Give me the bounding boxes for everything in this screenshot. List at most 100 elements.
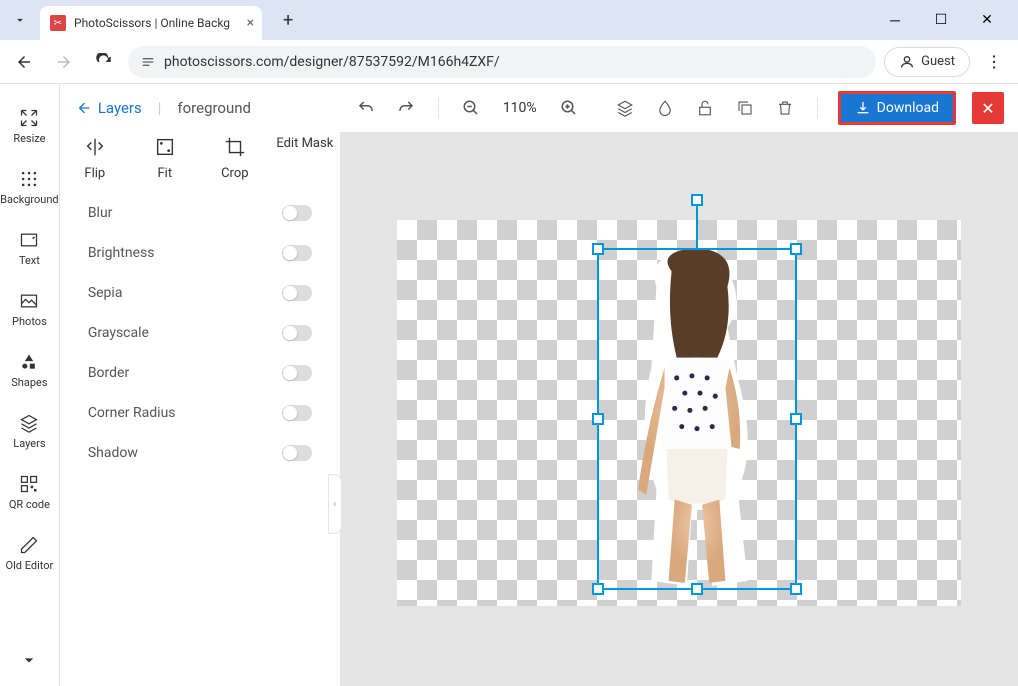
handle-sw[interactable] — [592, 583, 604, 595]
toggle-grayscale[interactable] — [282, 325, 312, 341]
rail-item-label: Photos — [12, 315, 47, 328]
rail-item-label: Text — [19, 254, 40, 267]
canvas-stage[interactable] — [340, 132, 1018, 686]
option-brightness: Brightness — [88, 233, 312, 273]
tool-label: Edit Mask — [276, 136, 333, 153]
crop-icon — [224, 136, 246, 158]
zoom-in-icon[interactable] — [557, 96, 581, 120]
browser-address-bar: photoscissors.com/designer/87537592/M166… — [0, 40, 1018, 84]
reload-icon[interactable] — [88, 46, 120, 78]
option-sepia: Sepia — [88, 273, 312, 313]
toggle-blur[interactable] — [282, 205, 312, 221]
tool-fit[interactable]: Fit — [130, 136, 200, 181]
rail-item-text[interactable]: Text — [0, 218, 59, 279]
background-icon — [19, 169, 39, 189]
duplicate-icon[interactable] — [733, 96, 757, 120]
rail-item-qrcode[interactable]: QR code — [0, 462, 59, 523]
site-settings-icon[interactable] — [140, 54, 156, 70]
handle-e[interactable] — [790, 413, 802, 425]
rail-item-resize[interactable]: Resize — [0, 96, 59, 157]
tab-dropdown-icon[interactable] — [8, 8, 32, 32]
browser-tab[interactable]: ✂ PhotoScissors | Online Backg × — [40, 6, 262, 40]
app-main: Resize Background Text Photos Shapes Lay… — [0, 84, 1018, 686]
rail-item-label: Layers — [13, 437, 45, 450]
undo-icon[interactable] — [354, 96, 378, 120]
rail-item-photos[interactable]: Photos — [0, 279, 59, 340]
tool-label: Crop — [221, 166, 248, 181]
tool-crop[interactable]: Crop — [200, 136, 270, 181]
url-input[interactable]: photoscissors.com/designer/87537592/M166… — [128, 46, 876, 78]
tool-row: Flip Fit Crop Edit Mask — [60, 132, 340, 193]
download-icon — [855, 100, 871, 116]
rail-item-old-editor[interactable]: Old Editor — [0, 523, 59, 584]
tool-label: Fit — [158, 166, 173, 181]
back-to-layers-link[interactable]: Layers — [76, 99, 142, 117]
rail-item-shapes[interactable]: Shapes — [0, 340, 59, 401]
toggle-brightness[interactable] — [282, 245, 312, 261]
canvas-toolbar: 110% Download ✕ — [340, 84, 1018, 132]
sidebar-panel: Layers | foreground Flip Fit Crop Edit M… — [60, 84, 340, 686]
option-label: Brightness — [88, 245, 155, 261]
arrow-left-icon — [76, 100, 92, 116]
tool-flip[interactable]: Flip — [60, 136, 130, 181]
canvas-checkerboard — [397, 220, 961, 606]
option-label: Blur — [88, 205, 113, 221]
option-label: Border — [88, 365, 129, 381]
window-minimize-icon[interactable]: ─ — [880, 5, 910, 35]
options-list: Blur Brightness Sepia Grayscale Border C… — [60, 193, 340, 473]
toggle-corner-radius[interactable] — [282, 405, 312, 421]
toolbar-separator — [438, 98, 439, 118]
flip-icon — [84, 136, 106, 158]
handle-se[interactable] — [790, 583, 802, 595]
download-button[interactable]: Download — [838, 91, 956, 125]
selection-box[interactable] — [597, 248, 797, 590]
canvas-area: 110% Download ✕ ‹ — [340, 84, 1018, 686]
trash-icon[interactable] — [773, 96, 797, 120]
fit-icon — [154, 136, 176, 158]
url-text: photoscissors.com/designer/87537592/M166… — [164, 54, 500, 70]
forward-icon — [48, 46, 80, 78]
rail-item-background[interactable]: Background — [0, 157, 59, 218]
handle-w[interactable] — [592, 413, 604, 425]
rail-more-icon[interactable] — [0, 634, 59, 686]
toggle-sepia[interactable] — [282, 285, 312, 301]
rotate-handle[interactable] — [691, 194, 703, 206]
rail-item-layers[interactable]: Layers — [0, 401, 59, 462]
toggle-border[interactable] — [282, 365, 312, 381]
layers-icon — [19, 413, 39, 433]
rotate-line — [696, 200, 698, 250]
unlock-icon[interactable] — [693, 96, 717, 120]
browser-menu-icon[interactable]: ⋮ — [978, 46, 1010, 78]
breadcrumb-current: foreground — [177, 99, 251, 117]
layers-toolbar-icon[interactable] — [613, 96, 637, 120]
handle-ne[interactable] — [790, 243, 802, 255]
window-close-icon[interactable]: ✕ — [972, 5, 1002, 35]
rail-item-label: Background — [0, 193, 58, 206]
drop-icon[interactable] — [653, 96, 677, 120]
edit-icon — [19, 535, 39, 555]
window-maximize-icon[interactable]: ☐ — [926, 5, 956, 35]
text-icon — [19, 230, 39, 250]
back-icon[interactable] — [8, 46, 40, 78]
toggle-shadow[interactable] — [282, 445, 312, 461]
option-label: Corner Radius — [88, 405, 176, 421]
zoom-out-icon[interactable] — [459, 96, 483, 120]
tool-edit-mask[interactable]: Edit Mask — [270, 136, 340, 181]
handle-s[interactable] — [691, 583, 703, 595]
handle-nw[interactable] — [592, 243, 604, 255]
option-label: Grayscale — [88, 325, 149, 341]
favicon-icon: ✂ — [50, 15, 66, 31]
close-panel-button[interactable]: ✕ — [972, 92, 1004, 124]
rail-item-label: Resize — [13, 132, 45, 145]
qrcode-icon — [19, 474, 39, 494]
left-rail: Resize Background Text Photos Shapes Lay… — [0, 84, 60, 686]
photos-icon — [19, 291, 39, 311]
breadcrumb-separator: | — [158, 99, 162, 117]
shapes-icon — [19, 352, 39, 372]
browser-tab-strip: ✂ PhotoScissors | Online Backg × + ─ ☐ ✕ — [0, 0, 1018, 40]
new-tab-button[interactable]: + — [274, 6, 302, 34]
tool-label: Flip — [84, 166, 105, 181]
redo-icon[interactable] — [394, 96, 418, 120]
guest-profile-button[interactable]: Guest — [884, 47, 970, 77]
tab-close-icon[interactable]: × — [247, 15, 254, 31]
